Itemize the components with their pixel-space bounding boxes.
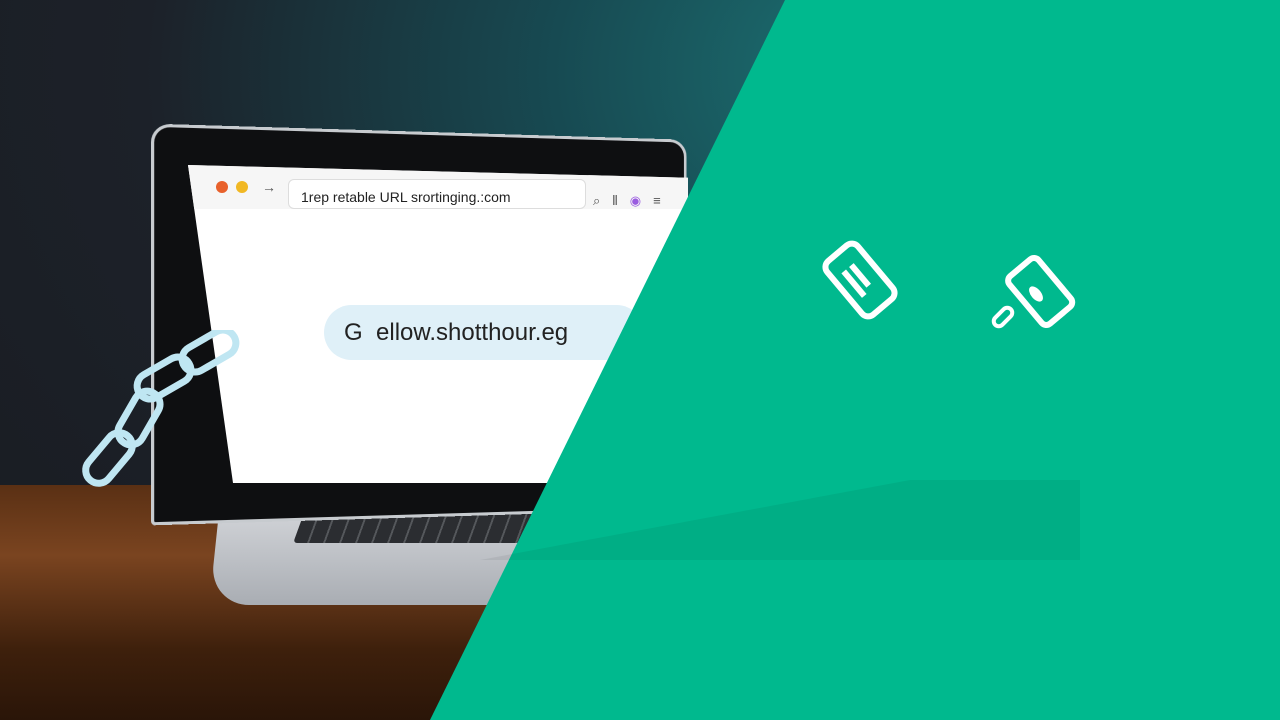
extension-icon[interactable]: ⫴ — [612, 193, 617, 209]
phone-link-icon — [822, 240, 898, 320]
menu-icon[interactable]: ≡ — [653, 193, 661, 209]
chain-link-icon — [82, 330, 240, 487]
forward-arrow-icon[interactable]: → — [262, 179, 276, 195]
short-link-prefix: G — [344, 319, 363, 346]
search-icon[interactable]: ⌕ — [593, 193, 600, 209]
close-dot-icon[interactable] — [216, 181, 228, 193]
minimize-dot-icon[interactable] — [236, 181, 248, 193]
phone-card-link-icon — [991, 254, 1076, 329]
short-link-text: ellow.shotthour.eg — [376, 319, 569, 346]
profile-icon[interactable]: ◉ — [630, 193, 641, 209]
short-link-pill[interactable]: G ellow.shotthour.eg — [324, 305, 644, 360]
address-bar[interactable]: 1rep retable URL srortinging.:com — [288, 179, 586, 209]
